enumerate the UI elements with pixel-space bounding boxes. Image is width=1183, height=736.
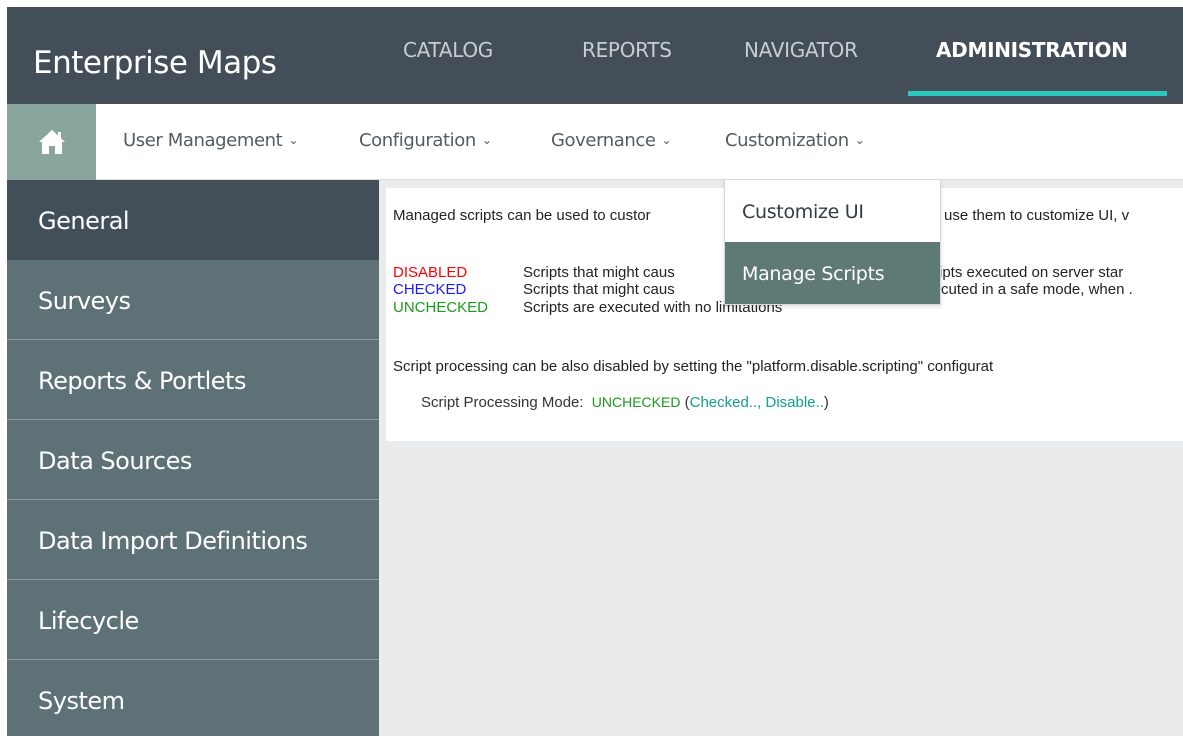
processing-mode-row: Script Processing Mode: UNCHECKED (Check… (421, 394, 829, 411)
subnav-label: User Management (123, 130, 283, 151)
menu-item-label: Customize UI (742, 201, 864, 223)
intro-text-right: use them to customize UI, v (944, 207, 1130, 224)
sidebar-item-reports-portlets[interactable]: Reports & Portlets (7, 340, 379, 420)
paren-close: ) (823, 394, 829, 411)
sidebar-item-label: Reports & Portlets (38, 367, 246, 395)
link-separator: , (757, 394, 766, 411)
mode-desc-disabled-left: Scripts that might caus (523, 264, 675, 281)
sidebar-item-label: System (38, 687, 125, 715)
mode-name-checked: CHECKED (393, 281, 467, 298)
sidebar-item-label: Data Sources (38, 447, 192, 475)
mode-name-disabled: DISABLED (393, 264, 468, 281)
sidebar-item-label: Surveys (38, 287, 131, 315)
chevron-down-icon: ⌄ (854, 133, 865, 147)
sidebar-item-label: Data Import Definitions (38, 527, 308, 555)
sidebar-item-system[interactable]: System (7, 660, 379, 736)
sidebar-item-general[interactable]: General (7, 180, 379, 260)
sub-nav: User Management ⌄ Configuration ⌄ Governan… (7, 104, 1183, 180)
intro-text-left: Managed scripts can be used to custor (393, 207, 651, 224)
nav-navigator[interactable]: NAVIGATOR (744, 38, 858, 62)
customization-dropdown: Customize UI Manage Scripts (724, 179, 941, 305)
subnav-label: Governance (551, 130, 656, 151)
sidebar-item-label: Lifecycle (38, 607, 139, 635)
processing-mode-value: UNCHECKED (591, 394, 681, 410)
home-button[interactable] (7, 104, 96, 180)
subnav-configuration[interactable]: Configuration ⌄ (359, 130, 492, 151)
chevron-down-icon: ⌄ (288, 133, 298, 147)
chevron-down-icon: ⌄ (481, 133, 492, 147)
nav-reports[interactable]: REPORTS (582, 38, 672, 62)
chevron-down-icon: ⌄ (661, 133, 672, 147)
mode-desc-disabled-right: ipts executed on server star (939, 264, 1124, 281)
home-icon (38, 130, 65, 154)
subnav-customization[interactable]: Customization ⌄ (725, 130, 865, 151)
set-disabled-link[interactable]: Disable.. (766, 394, 824, 411)
sidebar-item-data-import-definitions[interactable]: Data Import Definitions (7, 500, 379, 580)
active-tab-indicator (908, 91, 1167, 96)
top-header: Enterprise Maps CATALOG REPORTS NAVIGATO… (7, 7, 1183, 104)
mode-desc-checked-left: Scripts that might caus (523, 281, 675, 298)
subnav-label: Configuration (359, 130, 476, 151)
nav-catalog[interactable]: CATALOG (403, 38, 493, 62)
mode-name-unchecked: UNCHECKED (393, 299, 489, 316)
sidebar-item-lifecycle[interactable]: Lifecycle (7, 580, 379, 660)
sidebar-item-label: General (38, 207, 130, 235)
processing-mode-label: Script Processing Mode: (421, 394, 584, 411)
nav-administration[interactable]: ADMINISTRATION (936, 38, 1128, 62)
mode-desc-checked-right: cuted in a safe mode, when . (941, 281, 1133, 298)
set-checked-link[interactable]: Checked.. (690, 394, 758, 411)
menu-item-manage-scripts[interactable]: Manage Scripts (725, 242, 940, 304)
subnav-governance[interactable]: Governance ⌄ (551, 130, 672, 151)
menu-item-label: Manage Scripts (742, 263, 885, 285)
app-title: Enterprise Maps (33, 45, 277, 81)
disable-note: Script processing can be also disabled b… (393, 358, 994, 375)
menu-item-customize-ui[interactable]: Customize UI (725, 180, 940, 242)
subnav-user-management[interactable]: User Management ⌄ (123, 130, 298, 151)
subnav-label: Customization (725, 130, 849, 151)
sidebar: General Surveys Reports & Portlets Data … (7, 180, 379, 736)
app-window: Enterprise Maps CATALOG REPORTS NAVIGATO… (7, 7, 1183, 736)
sidebar-item-data-sources[interactable]: Data Sources (7, 420, 379, 500)
sidebar-item-surveys[interactable]: Surveys (7, 260, 379, 340)
